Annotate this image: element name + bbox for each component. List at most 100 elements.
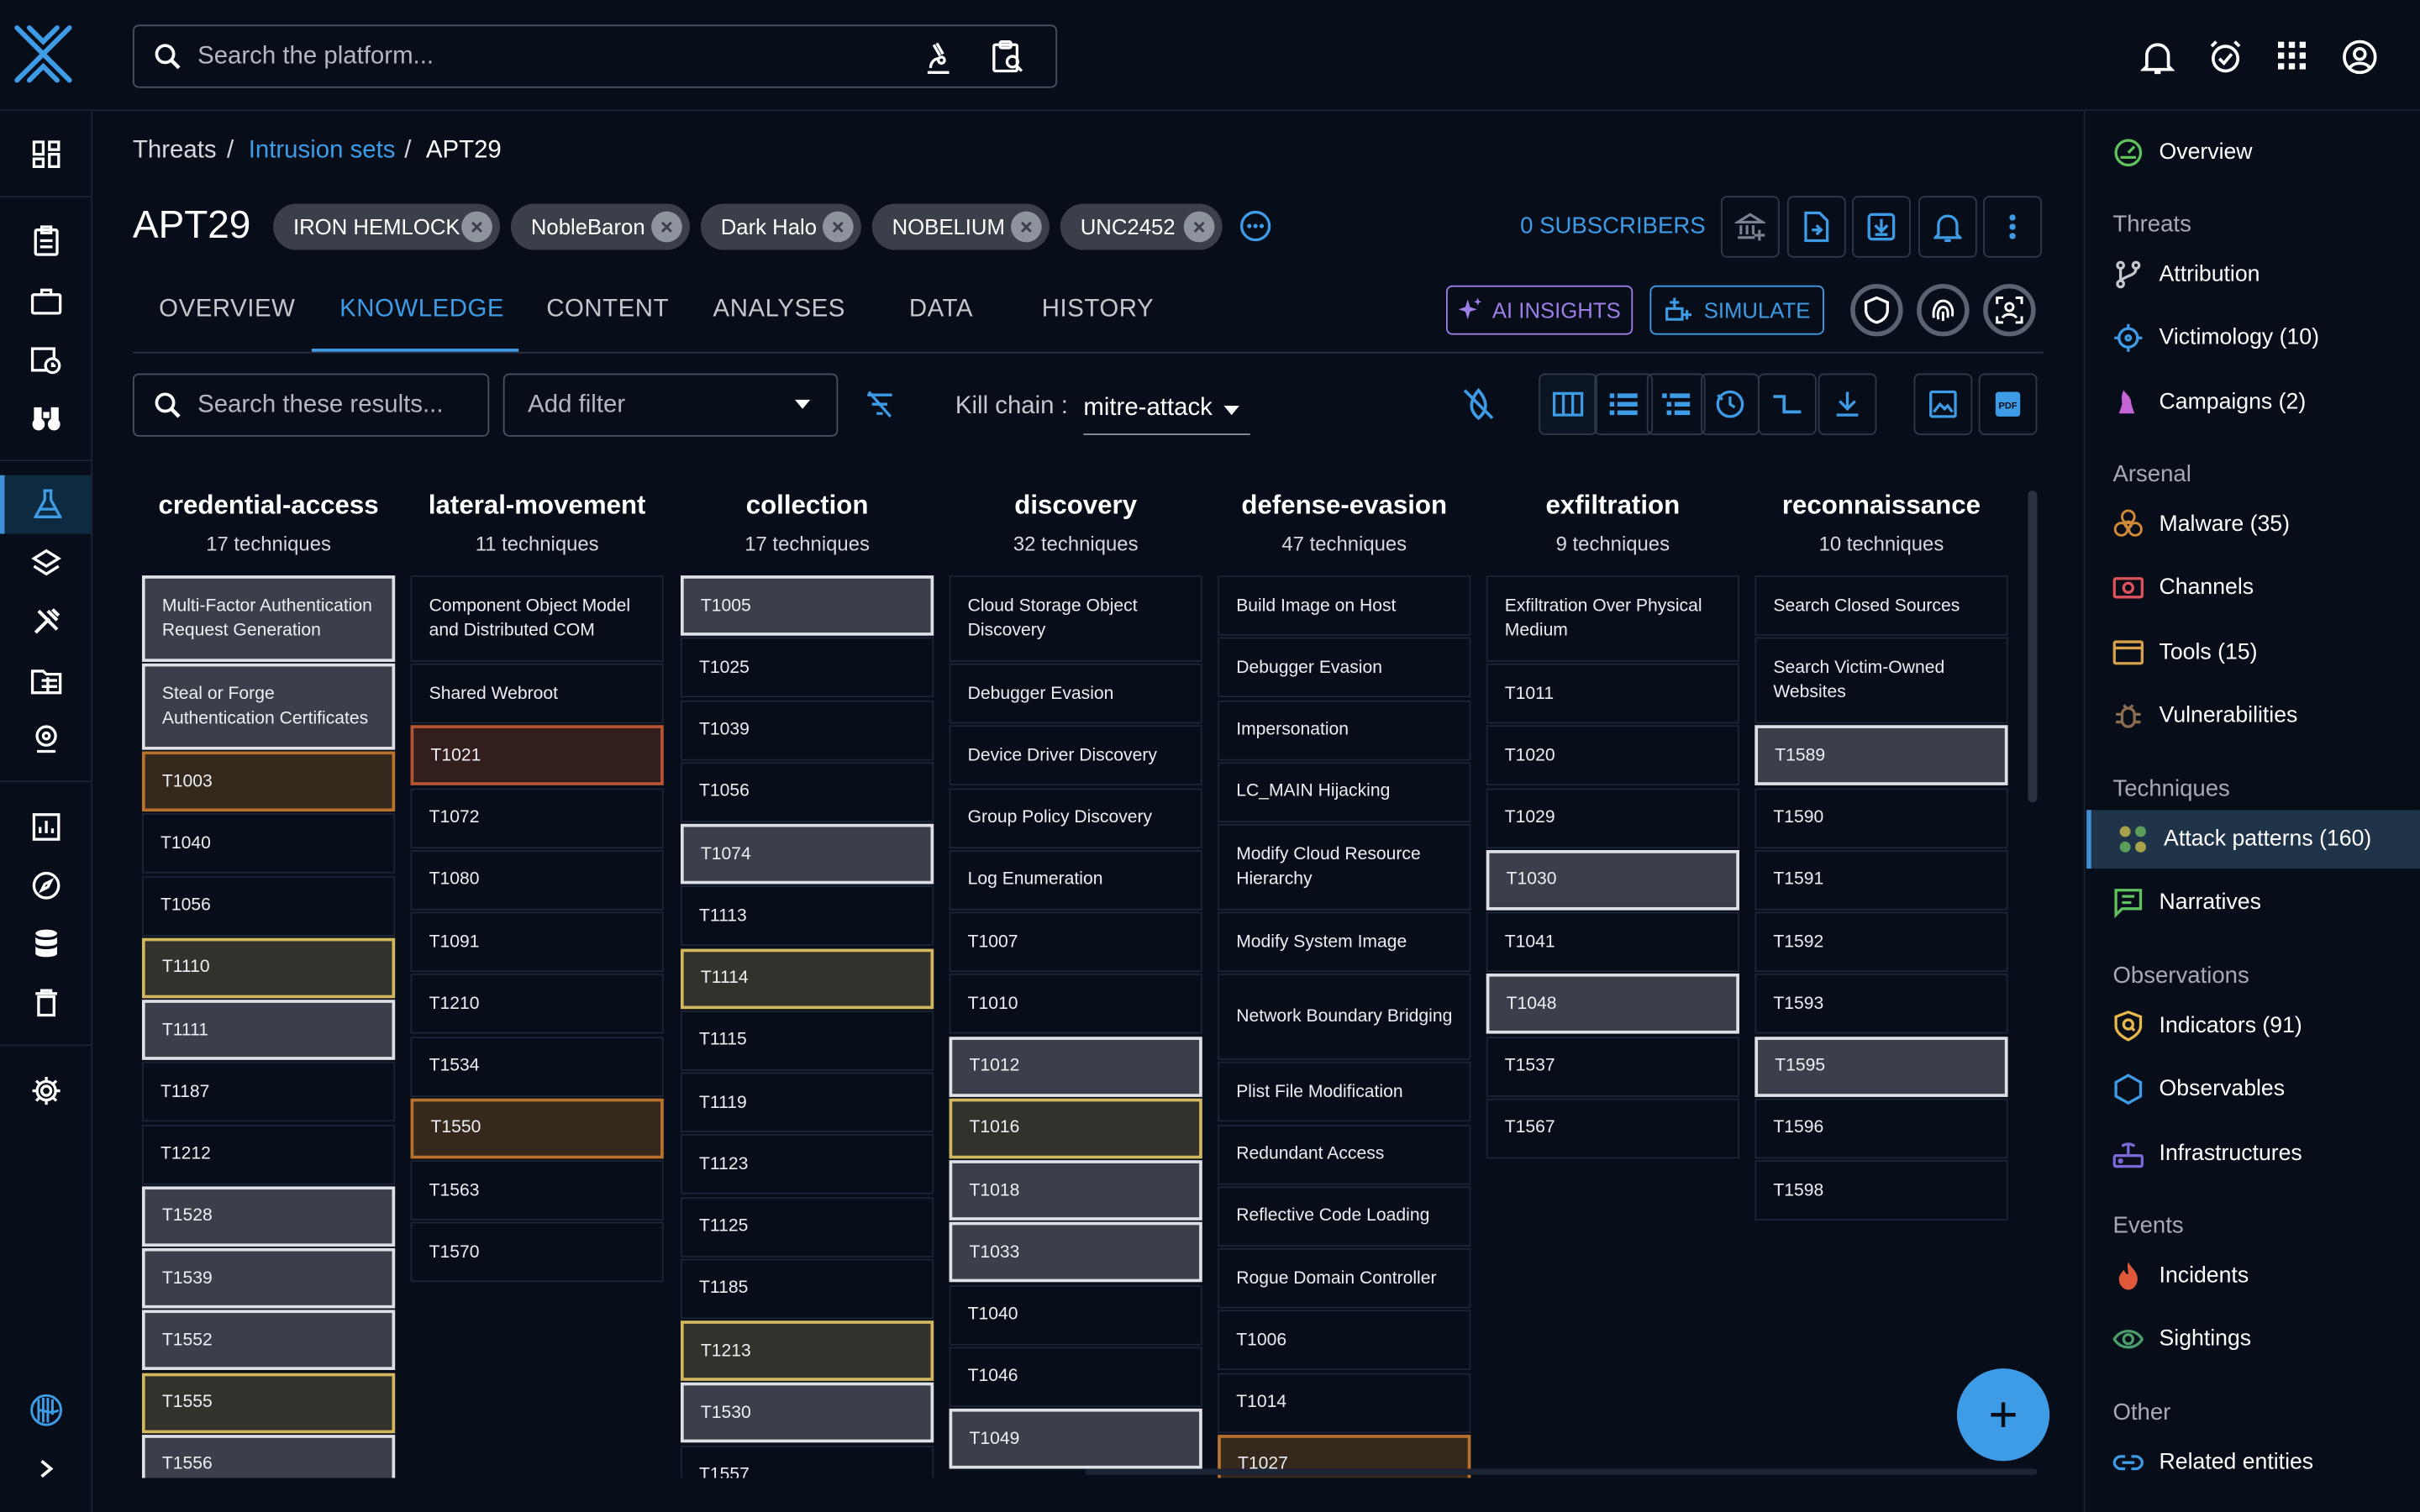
add-fab-button[interactable] xyxy=(1956,1368,2050,1462)
technique-cell[interactable]: T1048 xyxy=(1486,974,1739,1035)
technique-cell[interactable]: T1113 xyxy=(680,885,934,947)
technique-cell[interactable]: Multi-Factor Authentication Request Gene… xyxy=(141,575,396,662)
technique-cell[interactable]: T1115 xyxy=(680,1010,934,1071)
technique-cell[interactable]: Component Object Model and Distributed C… xyxy=(410,575,664,662)
horizontal-scrollbar[interactable] xyxy=(1085,1468,2038,1475)
rightnav-item[interactable]: Sightings xyxy=(2086,1310,2420,1369)
technique-cell[interactable]: T1550 xyxy=(410,1098,664,1158)
apps-grid-icon[interactable] xyxy=(2277,41,2307,70)
technique-cell[interactable]: T1210 xyxy=(410,974,664,1035)
technique-cell[interactable]: T1111 xyxy=(141,1000,396,1060)
technique-cell[interactable]: T1074 xyxy=(680,823,934,885)
technique-cell[interactable]: T1020 xyxy=(1486,725,1739,786)
technique-cell[interactable]: T1557 xyxy=(680,1445,934,1478)
technique-cell[interactable]: T1018 xyxy=(949,1160,1202,1221)
technique-cell[interactable]: T1014 xyxy=(1218,1372,1471,1433)
technique-cell[interactable]: T1006 xyxy=(1218,1310,1471,1371)
technique-cell[interactable]: Exfiltration Over Physical Medium xyxy=(1486,575,1739,662)
rightnav-item[interactable]: Related entities xyxy=(2086,1433,2420,1492)
rightnav-item[interactable]: Infrastructures xyxy=(2086,1124,2420,1183)
technique-cell[interactable]: T1589 xyxy=(1754,725,2008,786)
technique-cell[interactable]: Reflective Code Loading xyxy=(1218,1185,1471,1247)
technique-cell[interactable]: T1030 xyxy=(1486,849,1739,911)
rightnav-item[interactable]: Vulnerabilities xyxy=(2086,686,2420,745)
technique-cell[interactable]: T1590 xyxy=(1754,787,2008,848)
technique-cell[interactable]: T1007 xyxy=(949,911,1202,973)
technique-cell[interactable]: T1012 xyxy=(949,1036,1202,1096)
technique-cell[interactable]: T1010 xyxy=(949,974,1202,1035)
technique-cell[interactable]: Debugger Evasion xyxy=(949,663,1202,724)
rightnav-item[interactable]: Tools (15) xyxy=(2086,622,2420,681)
technique-cell[interactable]: T1125 xyxy=(680,1196,934,1257)
technique-cell[interactable]: T1593 xyxy=(1754,974,2008,1035)
technique-cell[interactable]: T1072 xyxy=(410,787,664,848)
technique-cell[interactable]: T1563 xyxy=(410,1160,664,1221)
technique-cell[interactable]: T1592 xyxy=(1754,911,2008,973)
technique-cell[interactable]: T1080 xyxy=(410,849,664,911)
technique-cell[interactable]: T1187 xyxy=(141,1062,396,1122)
technique-cell[interactable]: T1119 xyxy=(680,1072,934,1133)
rightnav-overview[interactable]: Overview xyxy=(2086,123,2420,182)
rightnav-item[interactable]: Victimology (10) xyxy=(2086,309,2420,368)
technique-cell[interactable]: Search Closed Sources xyxy=(1754,575,2008,636)
technique-cell[interactable]: T1534 xyxy=(410,1036,664,1096)
technique-cell[interactable]: Network Boundary Bridging xyxy=(1218,974,1471,1061)
technique-cell[interactable]: Rogue Domain Controller xyxy=(1218,1247,1471,1309)
rightnav-item[interactable]: Narratives xyxy=(2086,874,2420,932)
rightnav-item[interactable]: Incidents xyxy=(2086,1247,2420,1305)
technique-cell[interactable]: T1039 xyxy=(680,699,934,760)
rightnav-item[interactable]: Channels xyxy=(2086,559,2420,617)
technique-cell[interactable]: LC_MAIN Hijacking xyxy=(1218,761,1471,822)
technique-cell[interactable]: T1033 xyxy=(949,1222,1202,1283)
technique-cell[interactable]: Impersonation xyxy=(1218,699,1471,760)
matrix-scrollbar[interactable] xyxy=(2028,491,2038,803)
technique-cell[interactable]: T1570 xyxy=(410,1222,664,1283)
technique-cell[interactable]: Debugger Evasion xyxy=(1218,638,1471,698)
technique-cell[interactable]: T1596 xyxy=(1754,1098,2008,1158)
technique-cell[interactable]: T1040 xyxy=(949,1284,1202,1345)
technique-cell[interactable]: Modify System Image xyxy=(1218,911,1471,973)
technique-cell[interactable]: T1056 xyxy=(141,875,396,936)
rightnav-item[interactable]: Malware (35) xyxy=(2086,496,2420,554)
technique-cell[interactable]: T1528 xyxy=(141,1185,396,1247)
technique-cell[interactable]: T1091 xyxy=(410,911,664,973)
technique-cell[interactable]: T1598 xyxy=(1754,1160,2008,1221)
technique-cell[interactable]: T1567 xyxy=(1486,1098,1739,1158)
technique-cell[interactable]: Plist File Modification xyxy=(1218,1062,1471,1122)
technique-cell[interactable]: Modify Cloud Resource Hierarchy xyxy=(1218,823,1471,911)
technique-cell[interactable]: T1056 xyxy=(680,761,934,822)
technique-cell[interactable]: T1555 xyxy=(141,1372,396,1433)
technique-cell[interactable]: T1556 xyxy=(141,1434,396,1478)
technique-cell[interactable]: T1041 xyxy=(1486,911,1739,973)
technique-cell[interactable]: Shared Webroot xyxy=(410,663,664,724)
technique-cell[interactable]: Device Driver Discovery xyxy=(949,725,1202,786)
technique-cell[interactable]: T1212 xyxy=(141,1124,396,1184)
technique-cell[interactable]: Search Victim-Owned Websites xyxy=(1754,638,2008,724)
rightnav-item[interactable]: Attribution xyxy=(2086,245,2420,304)
notifications-bell-icon[interactable] xyxy=(2140,39,2175,76)
rightnav-item[interactable]: Observables xyxy=(2086,1060,2420,1119)
technique-cell[interactable]: Steal or Forge Authentication Certificat… xyxy=(141,663,396,750)
technique-cell[interactable]: T1040 xyxy=(141,813,396,874)
technique-cell[interactable]: T1552 xyxy=(141,1310,396,1371)
technique-cell[interactable]: T1046 xyxy=(949,1346,1202,1407)
technique-cell[interactable]: T1049 xyxy=(949,1408,1202,1469)
technique-cell[interactable]: T1005 xyxy=(680,575,934,636)
rightnav-item[interactable]: Campaigns (2) xyxy=(2086,373,2420,432)
technique-cell[interactable]: T1025 xyxy=(680,638,934,698)
technique-cell[interactable]: T1114 xyxy=(680,948,934,1009)
rightnav-item[interactable]: Attack patterns (160) xyxy=(2086,810,2420,869)
technique-cell[interactable]: T1591 xyxy=(1754,849,2008,911)
technique-cell[interactable]: T1123 xyxy=(680,1134,934,1195)
technique-cell[interactable]: Log Enumeration xyxy=(949,849,1202,911)
technique-cell[interactable]: T1021 xyxy=(410,725,664,786)
technique-cell[interactable]: T1595 xyxy=(1754,1036,2008,1096)
technique-cell[interactable]: Redundant Access xyxy=(1218,1124,1471,1184)
technique-cell[interactable]: T1011 xyxy=(1486,663,1739,724)
technique-cell[interactable]: T1213 xyxy=(680,1320,934,1381)
technique-cell[interactable]: T1530 xyxy=(680,1383,934,1443)
technique-cell[interactable]: T1003 xyxy=(141,751,396,812)
technique-cell[interactable]: Group Policy Discovery xyxy=(949,787,1202,848)
technique-cell[interactable]: T1185 xyxy=(680,1258,934,1319)
account-circle-icon[interactable] xyxy=(2341,39,2378,76)
